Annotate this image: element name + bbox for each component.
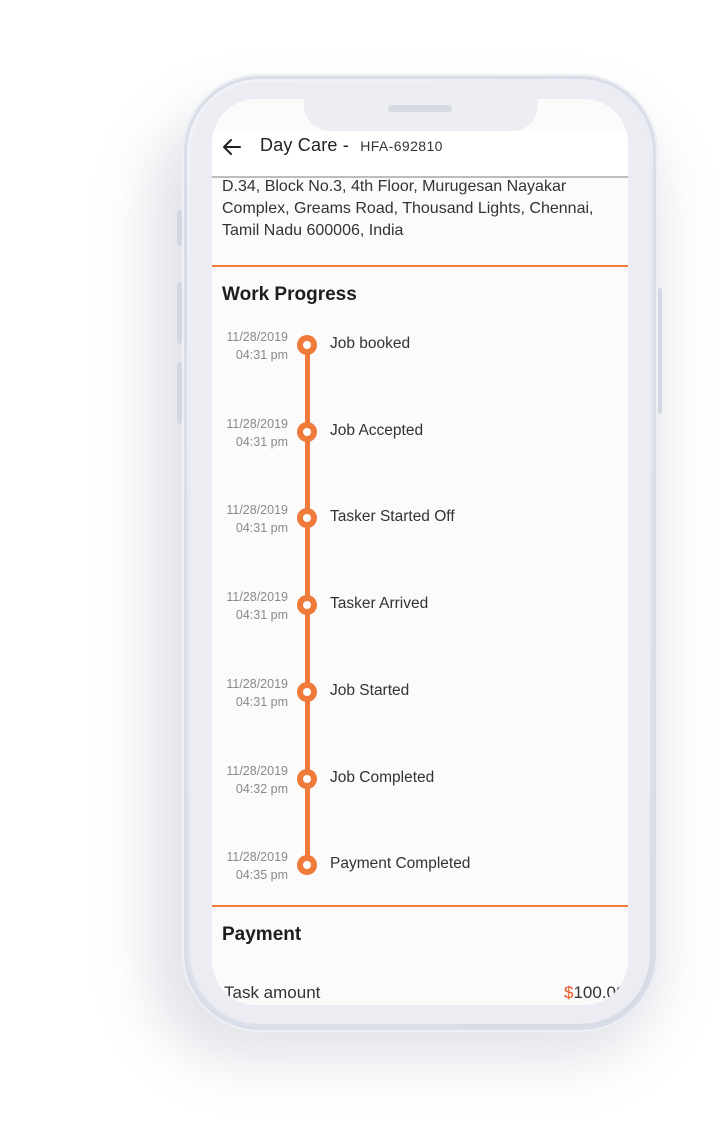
timeline-label: Job Accepted (330, 422, 424, 439)
timeline-label: Job Started (330, 682, 410, 699)
timeline-dot-icon (297, 855, 317, 875)
app-header: Day Care - HFA-692810 (212, 131, 628, 178)
timeline-item: 11/28/2019 04:31 pm Job Started (212, 675, 628, 715)
timeline-date: 11/28/2019 (226, 850, 288, 864)
timeline-dot-icon (297, 335, 317, 355)
address-line: Complex, Greams Road, Thousand Lights, C… (222, 200, 594, 217)
timeline-dot-icon (297, 422, 317, 442)
timeline-time: 04:32 pm (235, 782, 288, 796)
app-screen: Day Care - HFA-692810 D.34, Block No.3, … (212, 99, 628, 1005)
speaker-grille (388, 105, 452, 112)
timeline-timestamp: 11/28/2019 04:31 pm (212, 675, 288, 711)
timeline-timestamp: 11/28/2019 04:31 pm (212, 328, 288, 364)
timeline-time: 04:31 pm (235, 521, 288, 535)
timeline-time: 04:31 pm (235, 435, 288, 449)
timeline-label: Job Completed (330, 769, 435, 786)
back-button[interactable] (220, 135, 244, 159)
timeline-time: 04:31 pm (235, 695, 288, 709)
booking-id: HFA-692810 (360, 138, 443, 154)
task-amount-label: Task amount (224, 983, 321, 1002)
timeline-date: 11/28/2019 (226, 677, 288, 691)
section-divider (212, 905, 628, 907)
timeline-label: Payment Completed (330, 855, 471, 872)
work-progress-title: Work Progress (222, 284, 357, 305)
job-address: D.34, Block No.3, 4th Floor, Murugesan N… (222, 176, 628, 242)
timeline-item: 11/28/2019 04:31 pm Tasker Started Off (212, 501, 628, 541)
address-line: Tamil Nadu 600006, India (222, 222, 404, 239)
timeline-label: Job booked (330, 335, 411, 352)
task-amount-value: $100.00 (564, 983, 625, 1003)
timeline-dot-icon (297, 682, 317, 702)
payment-title: Payment (222, 924, 302, 945)
timeline-timestamp: 11/28/2019 04:31 pm (212, 501, 288, 537)
phone-notch (304, 99, 538, 131)
timeline-timestamp: 11/28/2019 04:32 pm (212, 762, 288, 798)
timeline-item: 11/28/2019 04:31 pm Tasker Arrived (212, 588, 628, 628)
timeline-dot-icon (297, 595, 317, 615)
timeline-timestamp: 11/28/2019 04:35 pm (212, 848, 288, 884)
address-line: D.34, Block No.3, 4th Floor, Murugesan N… (222, 178, 567, 195)
timeline-timestamp: 11/28/2019 04:31 pm (212, 588, 288, 624)
timeline-date: 11/28/2019 (226, 417, 288, 431)
timeline-date: 11/28/2019 (226, 590, 288, 604)
timeline-item: 11/28/2019 04:31 pm Job booked (212, 328, 628, 368)
timeline-time: 04:35 pm (235, 868, 288, 882)
timeline-date: 11/28/2019 (226, 330, 288, 344)
timeline-time: 04:31 pm (235, 348, 288, 362)
timeline-label: Tasker Arrived (330, 595, 429, 612)
mockup-stage: Day Care - HFA-692810 D.34, Block No.3, … (0, 0, 720, 1130)
timeline-item: 11/28/2019 04:31 pm Job Accepted (212, 415, 628, 455)
timeline-timestamp: 11/28/2019 04:31 pm (212, 415, 288, 451)
arrow-left-icon (223, 139, 241, 155)
timeline-item: 11/28/2019 04:35 pm Payment Completed (212, 848, 628, 888)
timeline-dot-icon (297, 508, 317, 528)
section-divider (212, 265, 628, 267)
timeline-item: 11/28/2019 04:32 pm Job Completed (212, 762, 628, 802)
service-name: Day Care - (260, 135, 350, 155)
timeline-date: 11/28/2019 (226, 503, 288, 517)
timeline-dot-icon (297, 769, 317, 789)
timeline-time: 04:31 pm (235, 608, 288, 622)
page-title: Day Care - HFA-692810 (260, 135, 443, 156)
timeline-date: 11/28/2019 (226, 764, 288, 778)
amount-number: 100.00 (573, 983, 626, 1002)
timeline-label: Tasker Started Off (330, 508, 455, 525)
